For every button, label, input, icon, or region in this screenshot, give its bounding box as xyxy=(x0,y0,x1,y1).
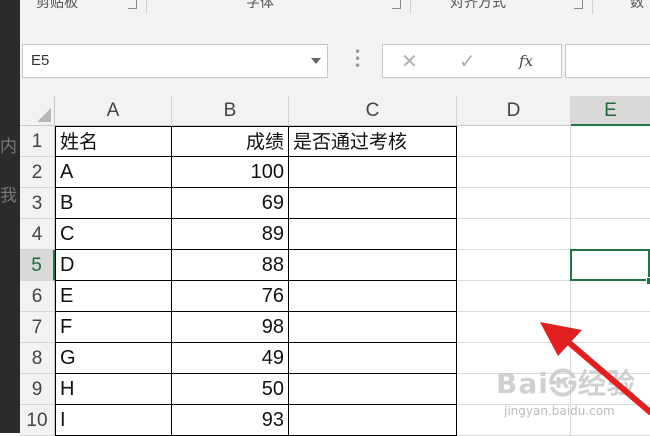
watermark: Bai㉿经验 jingyan.baidu.com xyxy=(496,360,646,430)
cell-e2[interactable] xyxy=(571,157,650,188)
name-box-value: E5 xyxy=(31,52,50,69)
cell-c7[interactable] xyxy=(289,312,457,343)
cell-d7[interactable] xyxy=(457,312,571,343)
cell-d6[interactable] xyxy=(457,281,571,312)
cell-b3[interactable]: 69 xyxy=(172,188,289,219)
cell-c9[interactable] xyxy=(289,374,457,405)
cell-b7[interactable]: 98 xyxy=(172,312,289,343)
name-box[interactable]: E5 xyxy=(22,44,328,78)
cell-a4[interactable]: C xyxy=(55,219,172,250)
chevron-down-icon[interactable] xyxy=(311,58,321,64)
cell-b5[interactable]: 88 xyxy=(172,250,289,281)
dialog-launcher-icon[interactable] xyxy=(392,0,401,9)
background-text: 内 xyxy=(0,137,17,157)
column-header-c[interactable]: C xyxy=(289,96,457,126)
ribbon-group-font: 字体 xyxy=(246,0,274,11)
cell-b9[interactable]: 50 xyxy=(172,374,289,405)
formula-buttons: ✕ ✓ fx xyxy=(382,44,562,78)
cell-d3[interactable] xyxy=(457,188,571,219)
row-header[interactable]: 1 xyxy=(20,126,55,157)
cell-c10[interactable] xyxy=(289,405,457,436)
dialog-launcher-icon[interactable] xyxy=(128,0,137,9)
cancel-icon[interactable]: ✕ xyxy=(401,49,418,73)
cell-a5[interactable]: D xyxy=(55,250,172,281)
row-header[interactable]: 4 xyxy=(20,219,55,250)
active-cell-e5[interactable] xyxy=(570,249,650,281)
cell-e4[interactable] xyxy=(571,219,650,250)
row-header[interactable]: 8 xyxy=(20,343,55,374)
fill-handle[interactable] xyxy=(646,277,650,285)
cell-a7[interactable]: F xyxy=(55,312,172,343)
cell-d5[interactable] xyxy=(457,250,571,281)
cell-c6[interactable] xyxy=(289,281,457,312)
resize-grip-icon[interactable]: • • • xyxy=(354,46,361,72)
formula-input[interactable] xyxy=(565,44,650,78)
cell-c3[interactable] xyxy=(289,188,457,219)
insert-function-button[interactable]: fx xyxy=(519,52,533,70)
cell-c1[interactable]: 是否通过考核 xyxy=(289,126,457,157)
cell-e3[interactable] xyxy=(571,188,650,219)
background-window-strip: 内 我 xyxy=(0,0,20,433)
cell-a9[interactable]: H xyxy=(55,374,172,405)
cell-e7[interactable] xyxy=(571,312,650,343)
cell-b10[interactable]: 93 xyxy=(172,405,289,436)
dialog-launcher-icon[interactable] xyxy=(574,0,583,9)
ribbon-group-alignment: 对齐方式 xyxy=(450,0,506,11)
background-text: 我 xyxy=(0,186,17,206)
cell-b8[interactable]: 49 xyxy=(172,343,289,374)
column-header-b[interactable]: B xyxy=(172,96,289,126)
cell-a2[interactable]: A xyxy=(55,157,172,188)
watermark-logo: Bai㉿经验 xyxy=(496,367,636,400)
cell-c2[interactable] xyxy=(289,157,457,188)
column-header-e[interactable]: E xyxy=(571,96,650,126)
cell-a10[interactable]: I xyxy=(55,405,172,436)
cell-c8[interactable] xyxy=(289,343,457,374)
row-header[interactable]: 3 xyxy=(20,188,55,219)
cell-e1[interactable] xyxy=(571,126,650,157)
check-icon[interactable]: ✓ xyxy=(459,49,476,73)
select-all-button[interactable] xyxy=(20,96,55,126)
column-header-a[interactable]: A xyxy=(55,96,172,126)
cell-b6[interactable]: 76 xyxy=(172,281,289,312)
cell-b4[interactable]: 89 xyxy=(172,219,289,250)
cell-a3[interactable]: B xyxy=(55,188,172,219)
ribbon-group-clipboard: 剪贴板 xyxy=(36,0,78,11)
ribbon-group-number: 数 xyxy=(630,0,644,11)
ribbon-group-labels: 剪贴板 字体 对齐方式 数 xyxy=(20,0,650,15)
row-header[interactable]: 6 xyxy=(20,281,55,312)
column-header-d[interactable]: D xyxy=(457,96,571,126)
row-header[interactable]: 2 xyxy=(20,157,55,188)
formula-bar: E5 • • • ✕ ✓ fx xyxy=(20,14,650,96)
cell-e6[interactable] xyxy=(571,281,650,312)
cell-a8[interactable]: G xyxy=(55,343,172,374)
row-header[interactable]: 5 xyxy=(20,250,55,281)
watermark-url: jingyan.baidu.com xyxy=(504,404,615,418)
cell-c4[interactable] xyxy=(289,219,457,250)
cell-c5[interactable] xyxy=(289,250,457,281)
cell-b2[interactable]: 100 xyxy=(172,157,289,188)
cell-a6[interactable]: E xyxy=(55,281,172,312)
cell-a1[interactable]: 姓名 xyxy=(55,126,172,157)
cell-d1[interactable] xyxy=(457,126,571,157)
cell-b1[interactable]: 成绩 xyxy=(172,126,289,157)
cell-d2[interactable] xyxy=(457,157,571,188)
row-header[interactable]: 7 xyxy=(20,312,55,343)
cell-d4[interactable] xyxy=(457,219,571,250)
row-header[interactable]: 10 xyxy=(20,405,55,436)
row-header[interactable]: 9 xyxy=(20,374,55,405)
